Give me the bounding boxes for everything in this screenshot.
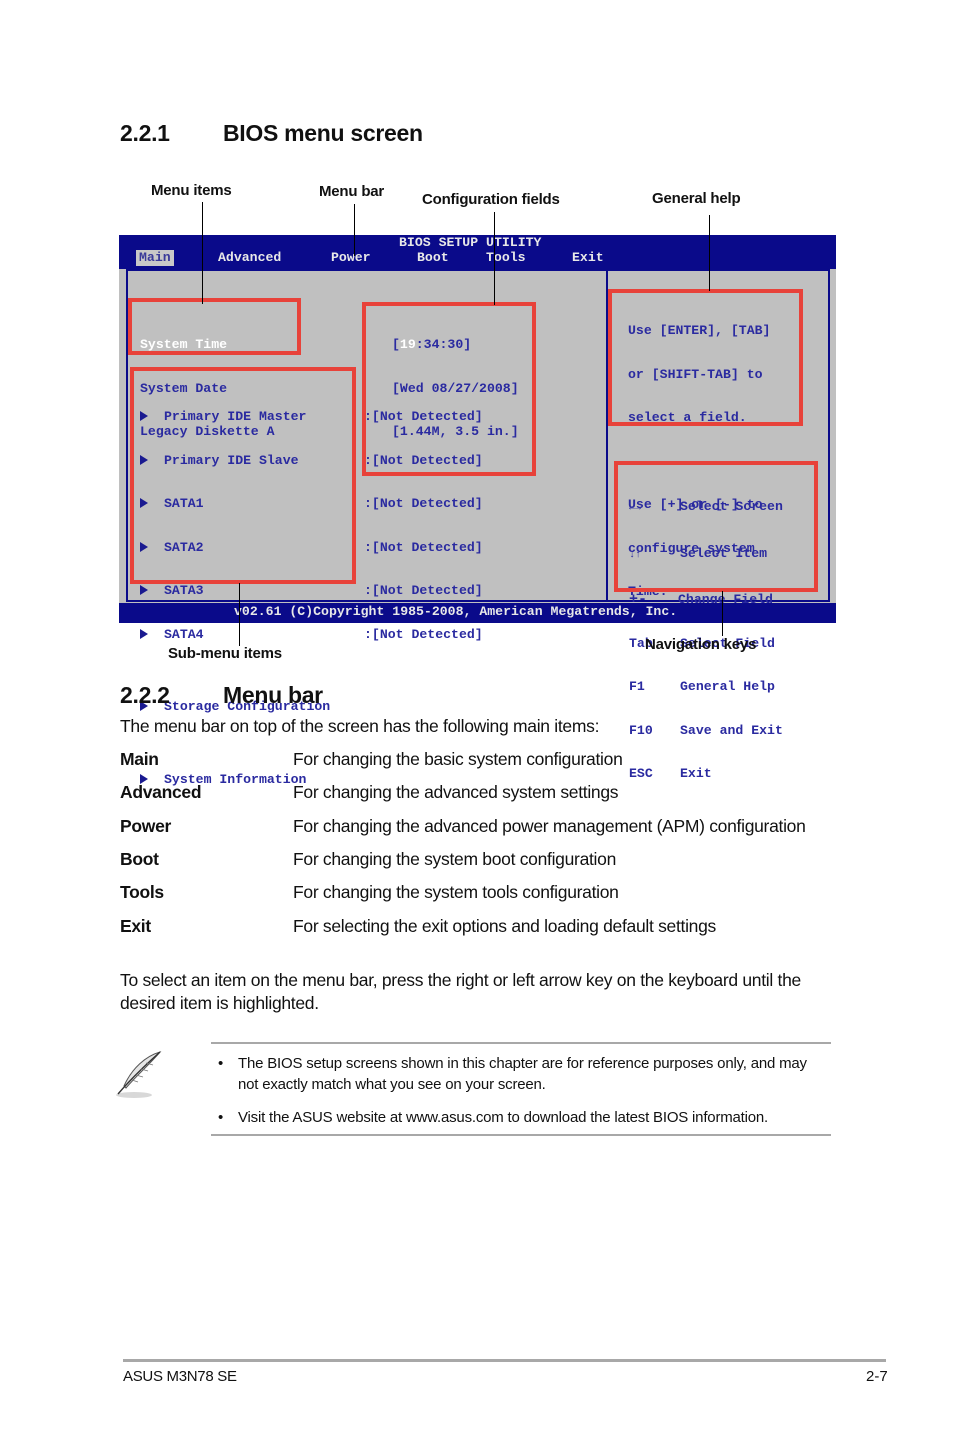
callout-menu-bar: Menu bar	[319, 183, 385, 200]
triangle-right-icon	[140, 585, 148, 595]
term: Power	[120, 816, 172, 836]
bios-copyright: v02.61 (C)Copyright 1985-2008, American …	[234, 604, 678, 619]
term: Tools	[120, 882, 164, 902]
term: Boot	[120, 849, 159, 869]
bios-menu-bar: BIOS SETUP UTILITY Main Advanced Power B…	[119, 235, 836, 269]
menu-bar-instructions: To select an item on the menu bar, press…	[120, 969, 801, 1015]
callout-general-help: General help	[652, 190, 741, 207]
highlight-sub-menu-items	[130, 367, 356, 584]
callout-navigation-keys: Navigation keys	[645, 636, 757, 653]
callout-sub-menu-items: Sub-menu items	[168, 645, 282, 662]
description: For changing the basic system configurat…	[293, 749, 623, 769]
leader-line-navigation-keys	[722, 591, 723, 636]
highlight-navigation-keys	[614, 461, 818, 592]
tab-power[interactable]: Power	[328, 250, 374, 266]
term: Advanced	[120, 782, 202, 802]
description: For changing the system tools configurat…	[293, 882, 619, 902]
nav-key: ESC	[629, 766, 653, 781]
section-number: 2.2.2	[120, 682, 170, 708]
term: Exit	[120, 916, 151, 936]
description: For selecting the exit options and loadi…	[293, 916, 716, 936]
leader-line-menu-bar	[354, 204, 355, 256]
leader-line-general-help	[709, 215, 710, 291]
instruction-line: To select an item on the menu bar, press…	[120, 970, 801, 990]
bullet-dot: •	[218, 1109, 224, 1126]
note-bullet-2: • Visit the ASUS website at www.asus.com…	[218, 1107, 768, 1128]
nav-key: F1	[629, 679, 645, 694]
sub-menu-label: SATA3	[164, 583, 204, 598]
bullet-dot: •	[218, 1055, 224, 1072]
footer-rule	[123, 1359, 886, 1362]
leader-line-sub-menu-items	[239, 583, 240, 646]
note-line: Visit the ASUS website at www.asus.com t…	[238, 1109, 769, 1126]
sub-menu-label: SATA4	[164, 626, 204, 642]
section-number: 2.2.1	[120, 120, 170, 146]
bios-footer-bar: v02.61 (C)Copyright 1985-2008, American …	[119, 603, 836, 623]
tab-boot[interactable]: Boot	[414, 250, 452, 266]
note-line: The BIOS setup screens shown in this cha…	[238, 1055, 807, 1072]
highlight-general-help	[608, 289, 803, 426]
highlight-config-fields	[362, 302, 536, 476]
tab-tools[interactable]: Tools	[483, 250, 529, 266]
nav-row-save-exit: F10 Save and Exit	[629, 722, 783, 739]
tab-exit[interactable]: Exit	[569, 250, 607, 266]
nav-row-general-help: F1 General Help	[629, 679, 783, 695]
callout-menu-items: Menu items	[151, 182, 232, 199]
leader-line-menu-items	[202, 202, 203, 304]
instruction-line: desired item is highlighted.	[120, 993, 319, 1013]
menu-bar-intro: The menu bar on top of the screen has th…	[120, 716, 600, 736]
bios-title: BIOS SETUP UTILITY	[399, 235, 542, 250]
highlight-menu-items	[128, 298, 301, 355]
footer-product: ASUS M3N78 SE	[123, 1368, 237, 1385]
note-top-rule	[211, 1042, 831, 1044]
section-heading-2-2-2: 2.2.2 Menu bar	[120, 682, 323, 709]
tab-advanced[interactable]: Advanced	[215, 250, 284, 266]
term: Main	[120, 749, 159, 769]
note-bullet-1: • The BIOS setup screens shown in this c…	[218, 1053, 807, 1095]
sub-menu-value: :[Not Detected]	[364, 583, 483, 598]
triangle-right-icon	[140, 628, 148, 639]
note-line: not exactly match what you see on your s…	[238, 1076, 546, 1093]
tab-main[interactable]: Main	[136, 250, 174, 266]
footer-page-number: 2-7	[866, 1368, 888, 1385]
nav-action: Exit	[680, 766, 712, 781]
sub-menu-value: :[Not Detected]	[364, 539, 483, 555]
sub-menu-sata4[interactable]: SATA4	[140, 626, 330, 643]
section-title: Menu bar	[223, 682, 323, 708]
feather-pen-icon	[116, 1051, 162, 1098]
nav-row-exit: ESC Exit	[629, 766, 783, 782]
description: For changing the advanced system setting…	[293, 782, 619, 802]
sub-menu-value: :[Not Detected]	[364, 626, 483, 642]
bios-screen: BIOS SETUP UTILITY Main Advanced Power B…	[119, 235, 836, 786]
bios-inner-top-border	[126, 269, 830, 271]
nav-key: F10	[629, 722, 653, 738]
sub-menu-value: :[Not Detected]	[364, 496, 483, 511]
sub-menu-sata3[interactable]: SATA3	[140, 583, 330, 599]
callout-configuration-fields: Configuration fields	[422, 191, 560, 208]
section-heading-2-2-1: 2.2.1 BIOS menu screen	[120, 120, 423, 147]
description: For changing the system boot configurati…	[293, 849, 617, 869]
description: For changing the advanced power manageme…	[293, 816, 806, 836]
nav-action: Save and Exit	[680, 722, 783, 738]
nav-action: General Help	[680, 679, 775, 694]
section-title: BIOS menu screen	[223, 120, 423, 146]
note-bottom-rule	[211, 1134, 831, 1136]
leader-line-configuration-fields	[494, 212, 495, 305]
